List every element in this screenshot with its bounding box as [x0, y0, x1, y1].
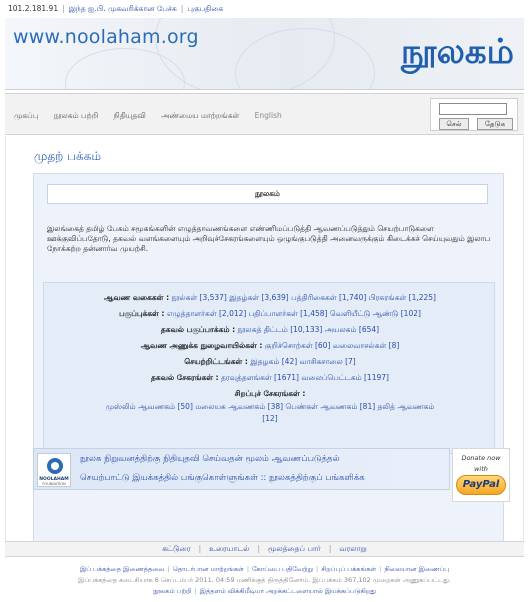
category-label: தகவல் சேகரங்கள் :: [151, 373, 219, 382]
category-label: தகவல் பகுப்பாக்கம் :: [160, 325, 236, 334]
separator: |: [328, 544, 332, 553]
nav-item-recent-changes[interactable]: அண்மைய மாற்றங்கள்: [161, 111, 239, 120]
footer-link[interactable]: தொடர்பான மாற்றங்கள்: [173, 565, 244, 573]
donation-banner[interactable]: NOOLAHAM FOUNDATION நூலக நிறுவனத்திற்கு …: [33, 448, 450, 490]
footer-links: இப் பக்கத்தை இணைத்தவை | தொடர்பான மாற்றங்கள…: [5, 565, 524, 574]
category-panel: ஆவண வகைகள் : நூல்கள் [3,537] இதழ்கள் [3,…: [43, 282, 495, 454]
page-actions: கட்டுரை | உரையாடல் | மூலத்தைப் பார் | வரலாறு: [5, 541, 524, 557]
login-link[interactable]: புகுபதிகை: [187, 4, 223, 13]
search-input[interactable]: [439, 103, 507, 115]
tab-view-source[interactable]: மூலத்தைப் பார்: [268, 544, 321, 553]
separator: |: [180, 4, 184, 13]
category-row-info-collections: தகவல் சேகரங்கள் : தரவுத்தளங்கள் [1671] வ…: [44, 373, 496, 383]
nav-item-english[interactable]: English: [255, 111, 282, 120]
category-row-projects: செயற்றிட்டங்கள் : இதழகம் [42] வாசிகசாலை …: [44, 357, 496, 367]
separator: |: [379, 565, 382, 573]
ip-talk-link[interactable]: இந்த ஐ.பி. முகவரிக்கான பேச்சு: [69, 4, 177, 13]
separator: |: [246, 565, 250, 573]
foundation-mark-inner: [51, 462, 59, 470]
footer-link[interactable]: நிலையான இணைப்பு: [384, 565, 449, 573]
last-modified-info: இப்பக்கத்தை கடைசியாக 6 செப்டம்பர் 2011, …: [78, 576, 451, 584]
nav-item-about[interactable]: நூலகம் பற்றி: [54, 111, 98, 120]
category-links[interactable]: தரவுத்தளங்கள் [1671] வலைப்பெட்டகம் [1197…: [221, 373, 389, 382]
category-links[interactable]: எழுத்தாளர்கள் [2,012] பதிப்பாளர்கள் [1,4…: [167, 309, 421, 318]
separator: |: [62, 4, 65, 13]
footer-bottom: நூலகம் பற்றி | இத்தளம் விக்கிமீடியா அறக்கட…: [5, 587, 524, 596]
category-label: செயற்றிட்டங்கள் :: [184, 357, 248, 366]
category-row-categories: பகுப்புக்கள் : எழுத்தாளர்கள் [2,012] பதி…: [44, 309, 496, 319]
nav-links: முகப்பு நூலகம் பற்றி நிதியுதவி அண்மைய மா…: [14, 111, 295, 121]
go-button[interactable]: செல்: [439, 118, 469, 130]
category-links[interactable]: இதழகம் [42] வாசிகசாலை [7]: [250, 357, 355, 366]
user-toolbar: 101.2.181.91 | இந்த ஐ.பி. முகவரிக்கான பேச்…: [8, 4, 223, 18]
paypal-text: Donate now: [461, 454, 501, 462]
category-row-special-collections: சிறப்புச் சேகரங்கள் :: [44, 389, 496, 399]
nav-item-donate[interactable]: நிதியுதவி: [114, 111, 146, 120]
category-label: ஆவண அணுக்க நுழைவாயில்கள் :: [140, 341, 263, 350]
tab-discussion[interactable]: உரையாடல்: [209, 544, 249, 553]
separator: |: [167, 565, 170, 573]
category-links[interactable]: [12]: [262, 414, 277, 423]
category-row-access-portals: ஆவண அணுக்க நுழைவாயில்கள் : குறிச்சொற்கள்…: [44, 341, 496, 351]
welcome-box: நூலகம் இலங்கைத் தமிழ் பேசும் சமூகங்களின்…: [33, 173, 504, 555]
category-links[interactable]: நூலகத் திட்டம் [10,133] அயலகம் [654]: [238, 325, 380, 334]
tab-history[interactable]: வரலாறு: [339, 544, 366, 553]
category-links[interactable]: குறிச்சொற்கள் [60] வலைவாசல்கள் [8]: [265, 341, 400, 350]
main-content: முதற் பக்கம் நூலகம் இலங்கைத் தமிழ் பேசும…: [5, 136, 524, 556]
main-navigation: முகப்பு நூலகம் பற்றி நிதியுதவி அண்மைய மா…: [5, 93, 524, 135]
donation-cta-link[interactable]: செயற்பாட்டு இயக்கத்தில் பங்குகொள்ளுங்கள்…: [80, 473, 365, 484]
search-button[interactable]: தேடுக: [477, 118, 513, 130]
powered-by-link[interactable]: இத்தளம் விக்கிமீடியா அறக்கட்டளையால் இயக்…: [200, 587, 376, 595]
donation-text[interactable]: நூலக நிறுவனத்திற்கு நிதியுதவி செய்வதன் ம…: [80, 454, 340, 465]
footer-link[interactable]: இப் பக்கத்தை இணைத்தவை: [80, 565, 165, 573]
about-link[interactable]: நூலகம் பற்றி: [153, 587, 192, 595]
noolaham-foundation-logo: NOOLAHAM FOUNDATION: [37, 453, 71, 487]
footer-link[interactable]: கோப்பை பதிவேற்று: [252, 565, 313, 573]
special-collections-links: முஸ்லிம் ஆவணகம் [50] மலையக ஆவணகம் [38] ப…: [44, 402, 496, 412]
paypal-text: with: [474, 465, 488, 473]
search-panel: செல் தேடுக: [430, 98, 518, 131]
box-heading: நூலகம்: [47, 184, 488, 204]
foundation-sub: FOUNDATION: [42, 482, 66, 486]
category-row-document-types: ஆவண வகைகள் : நூல்கள் [3,537] இதழ்கள் [3,…: [44, 293, 496, 303]
paypal-logo: PayPal: [456, 475, 506, 495]
category-label: பகுப்புக்கள் :: [119, 309, 165, 318]
site-logo[interactable]: நூலகம்: [401, 32, 514, 76]
footer-link[interactable]: சிறப்புப் பக்கங்கள்: [321, 565, 376, 573]
site-url[interactable]: www.noolaham.org: [13, 26, 199, 48]
separator: |: [194, 587, 197, 595]
site-banner: www.noolaham.org நூலகம்: [5, 18, 524, 90]
tab-article[interactable]: கட்டுரை: [162, 544, 190, 553]
separator: |: [198, 544, 202, 553]
paypal-donate-button[interactable]: Donate now with PayPal: [452, 448, 510, 502]
category-links[interactable]: முஸ்லிம் ஆவணகம் [50] மலையக ஆவணகம் [38] ப…: [106, 402, 435, 411]
separator: |: [257, 544, 261, 553]
page-title: முதற் பக்கம்: [34, 149, 102, 163]
category-row-info-classification: தகவல் பகுப்பாக்கம் : நூலகத் திட்டம் [10,…: [44, 325, 496, 335]
separator: |: [315, 565, 319, 573]
nav-item-home[interactable]: முகப்பு: [14, 111, 38, 120]
category-label: சிறப்புச் சேகரங்கள் :: [234, 389, 306, 398]
category-label: ஆவண வகைகள் :: [104, 293, 170, 302]
ip-address: 101.2.181.91: [8, 4, 59, 13]
category-links[interactable]: நூல்கள் [3,537] இதழ்கள் [3,639] பத்திரிக…: [171, 293, 436, 302]
special-collections-links-cont: [12]: [44, 414, 496, 423]
intro-paragraph: இலங்கைத் தமிழ் பேசும் சமூகங்களின் எழுத்த…: [47, 224, 491, 253]
